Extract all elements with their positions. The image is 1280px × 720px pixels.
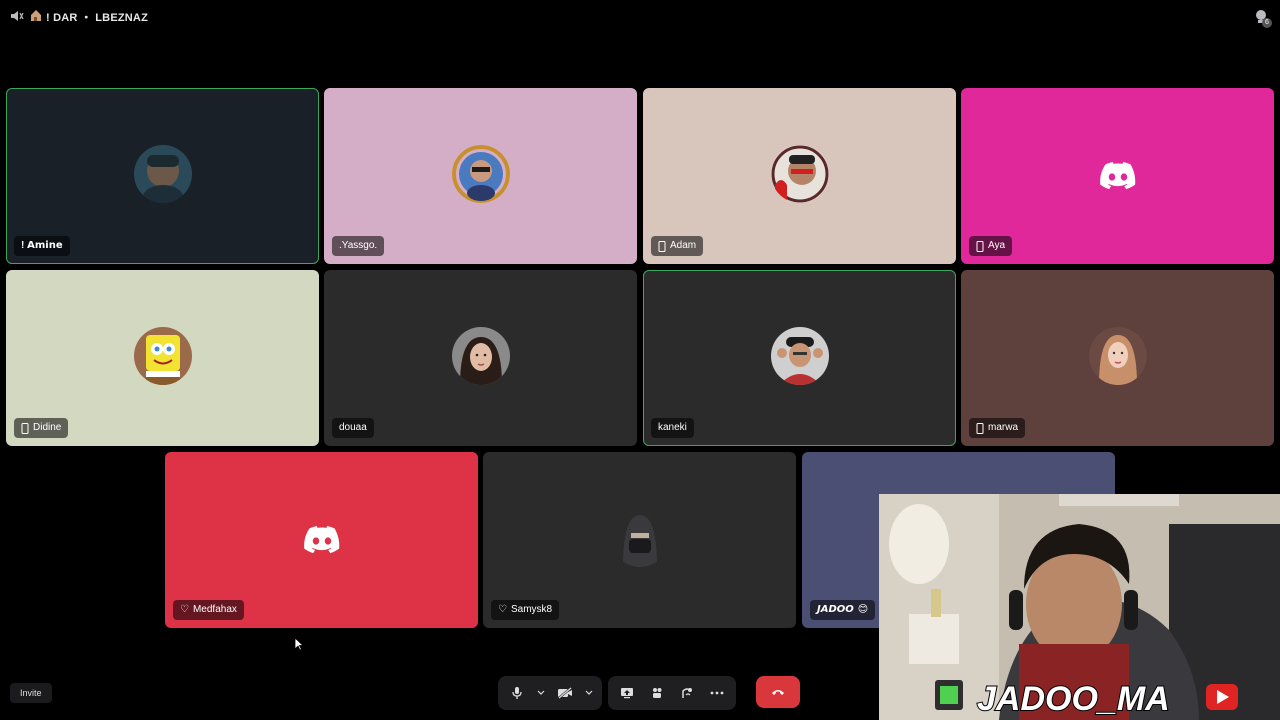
- participant-name-tag: Adam: [651, 236, 704, 256]
- webcam-overlay-text: JADOO_MA: [977, 680, 1170, 718]
- camera-off-icon[interactable]: [552, 680, 578, 706]
- participant-name: marwa: [988, 422, 1019, 433]
- participant-tile-marwa[interactable]: marwa: [961, 270, 1274, 446]
- avatar: [133, 145, 192, 203]
- name-prefix: ♡: [498, 604, 507, 615]
- discord-logo-icon: [1099, 162, 1135, 190]
- participant-tile-yassgo[interactable]: .Yassgo.: [324, 88, 637, 264]
- participant-name: douaa: [339, 422, 367, 433]
- participant-name-tag: ǃ 𝗔𝗺𝗶𝗻𝗲: [14, 236, 70, 256]
- webcam-image: JADOO_MA: [879, 494, 1280, 720]
- mobile-icon: [658, 240, 666, 252]
- speaker-icon[interactable]: [10, 9, 24, 23]
- participant-name-tag: ♡ Medfahax: [173, 600, 244, 620]
- participant-tile-didine[interactable]: Didine: [6, 270, 319, 446]
- name-suffix: 😊: [857, 604, 869, 615]
- discord-logo-icon: [303, 526, 339, 554]
- avatar: [770, 145, 829, 203]
- participant-name-tag: ♡ Samysk8: [491, 600, 560, 620]
- actions-group: [608, 676, 736, 710]
- more-options-icon[interactable]: [704, 680, 730, 706]
- mobile-icon: [21, 422, 29, 434]
- participant-name-tag: 𝙅𝘼𝘿𝙊𝙊 😊: [810, 600, 876, 620]
- participant-tile-douaa[interactable]: douaa: [324, 270, 637, 446]
- participant-name: 𝙅𝘼𝘿𝙊𝙊: [817, 604, 854, 615]
- participant-name: ǃ 𝗔𝗺𝗶𝗻𝗲: [21, 240, 63, 251]
- avatar: [451, 327, 510, 385]
- participant-name: Adam: [670, 240, 697, 251]
- mouse-cursor-icon: [294, 637, 304, 651]
- activities-icon[interactable]: [644, 680, 670, 706]
- activity-icon[interactable]: 6: [1252, 8, 1272, 28]
- participant-name: Aya: [988, 240, 1006, 251]
- call-toolbar: [498, 676, 800, 710]
- activity-badge: 6: [1262, 18, 1272, 28]
- participant-name-tag: marwa: [969, 418, 1026, 438]
- participant-name: .Yassgo.: [339, 240, 378, 251]
- participant-tile-kaneki[interactable]: kaneki: [643, 270, 956, 446]
- camera-options-chevron[interactable]: [582, 680, 596, 706]
- participant-name-tag: .Yassgo.: [332, 236, 385, 256]
- mobile-icon: [976, 240, 984, 252]
- participant-name-tag: kaneki: [651, 418, 694, 438]
- participant-tile-adam[interactable]: Adam: [643, 88, 956, 264]
- participant-name: kaneki: [658, 422, 687, 433]
- invite-button[interactable]: Invite: [10, 683, 52, 703]
- house-icon: [31, 10, 41, 21]
- hang-up-button[interactable]: [756, 676, 800, 708]
- streamer-webcam: JADOO_MA: [879, 494, 1280, 720]
- soundboard-icon[interactable]: [674, 680, 700, 706]
- participant-name-tag: douaa: [332, 418, 374, 438]
- channel-title: ǃ DAR ・ LBEZNAZ: [46, 12, 148, 24]
- avatar: [610, 509, 669, 567]
- avatar: [770, 327, 829, 385]
- avatar: [1088, 327, 1147, 385]
- participant-tile-amine[interactable]: ǃ 𝗔𝗺𝗶𝗻𝗲: [6, 88, 319, 264]
- microphone-icon[interactable]: [504, 680, 530, 706]
- participant-name-tag: Aya: [969, 236, 1013, 256]
- hang-up-icon: [772, 690, 784, 695]
- avatar: [133, 327, 192, 385]
- participant-name: Didine: [33, 422, 62, 433]
- top-bar: ǃ DAR ・ LBEZNAZ 6: [0, 0, 1280, 32]
- mobile-icon: [976, 422, 984, 434]
- participant-name: Samysk8: [510, 604, 553, 615]
- participant-tile-medfahax[interactable]: ♡ Medfahax: [165, 452, 478, 628]
- participant-tile-aya[interactable]: Aya: [961, 88, 1274, 264]
- name-prefix: ♡: [180, 604, 189, 615]
- participant-name: Medfahax: [192, 604, 237, 615]
- avatar: [451, 145, 510, 203]
- participant-name-tag: Didine: [14, 418, 69, 438]
- screen-share-icon[interactable]: [614, 680, 640, 706]
- mic-group: [498, 676, 602, 710]
- participant-tile-samysk8[interactable]: ♡ Samysk8: [483, 452, 796, 628]
- mic-options-chevron[interactable]: [534, 680, 548, 706]
